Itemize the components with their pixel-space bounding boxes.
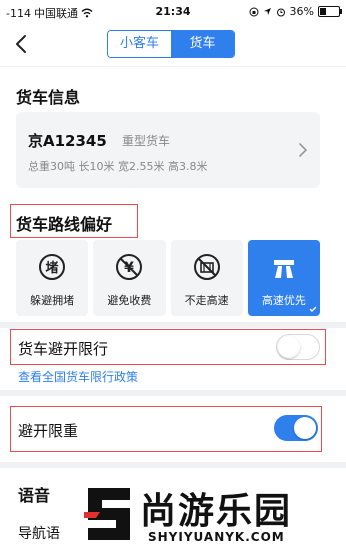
s-logo-mark xyxy=(84,488,130,540)
check-icon xyxy=(309,306,317,312)
truck-spec: 总重30吨 长10米 宽2.55米 高3.8米 xyxy=(28,160,208,173)
restriction-label: 货车避开限行 xyxy=(18,340,109,358)
weight-limit-label: 避开限重 xyxy=(18,422,79,440)
voice-title: 语音 xyxy=(18,486,51,505)
nav-divider xyxy=(0,66,346,67)
tab-truck[interactable]: 货车 xyxy=(171,31,234,57)
pref-no-highway[interactable]: 不走高速 xyxy=(170,240,243,316)
status-right: 36% xyxy=(249,5,342,18)
svg-text:堵: 堵 xyxy=(46,260,59,276)
section-divider xyxy=(0,322,346,328)
truck-info-card[interactable]: 京A12345 重型货车 总重30吨 长10米 宽2.55米 高3.8米 xyxy=(16,112,320,188)
yuan-no-toll-icon: ¥ xyxy=(116,254,143,280)
section-divider xyxy=(0,390,346,396)
route-pref-title: 货车路线偏好 xyxy=(16,215,113,234)
restriction-policy-link[interactable]: 查看全国货车限行政策 xyxy=(18,368,138,385)
rotation-lock-icon xyxy=(249,7,259,16)
tab-car[interactable]: 小客车 xyxy=(108,31,171,57)
pref-label: 避免收费 xyxy=(107,294,152,307)
truck-plate: 京A12345 xyxy=(28,132,107,150)
truck-type: 重型货车 xyxy=(122,134,171,148)
back-arrow-icon[interactable] xyxy=(12,32,32,56)
route-pref-options: 堵 躲避拥堵 ¥ 避免收费 不走高速 高速优先 xyxy=(16,240,320,316)
highway-icon xyxy=(273,260,294,278)
location-arrow-icon xyxy=(263,8,271,15)
battery-fill xyxy=(320,8,326,15)
nav-voice-label[interactable]: 导航语 xyxy=(18,523,60,543)
chevron-right-icon xyxy=(299,143,308,157)
watermark-url: SHYIYUANYK.COM xyxy=(148,530,285,544)
battery-percent: 36% xyxy=(289,5,314,18)
pref-label: 躲避拥堵 xyxy=(30,294,75,307)
watermark-logo: 尚游乐园 SHYIYUANYK.COM xyxy=(60,480,346,550)
nav-bar: 小客车 货车 xyxy=(0,22,346,66)
pref-highway-first[interactable]: 高速优先 xyxy=(247,240,320,316)
truck-info-title: 货车信息 xyxy=(16,88,81,107)
section-divider xyxy=(0,462,346,468)
toggle-knob xyxy=(278,336,300,358)
watermark-text: 尚游乐园 xyxy=(140,491,293,532)
pref-avoid-toll[interactable]: ¥ 避免收费 xyxy=(93,240,166,316)
no-highway-icon xyxy=(193,254,220,280)
pref-label: 不走高速 xyxy=(184,294,229,307)
battery-icon xyxy=(318,6,342,17)
alarm-icon xyxy=(276,8,285,16)
vehicle-type-segmented-control: 小客车 货车 xyxy=(107,30,235,58)
weight-limit-toggle[interactable] xyxy=(274,415,318,441)
pref-avoid-congestion[interactable]: 堵 躲避拥堵 xyxy=(16,240,89,316)
toggle-knob xyxy=(294,417,316,439)
status-bar: -114 中国联通 21:34 36% xyxy=(0,0,346,22)
congestion-icon: 堵 xyxy=(39,254,66,280)
restriction-toggle[interactable] xyxy=(276,334,320,360)
